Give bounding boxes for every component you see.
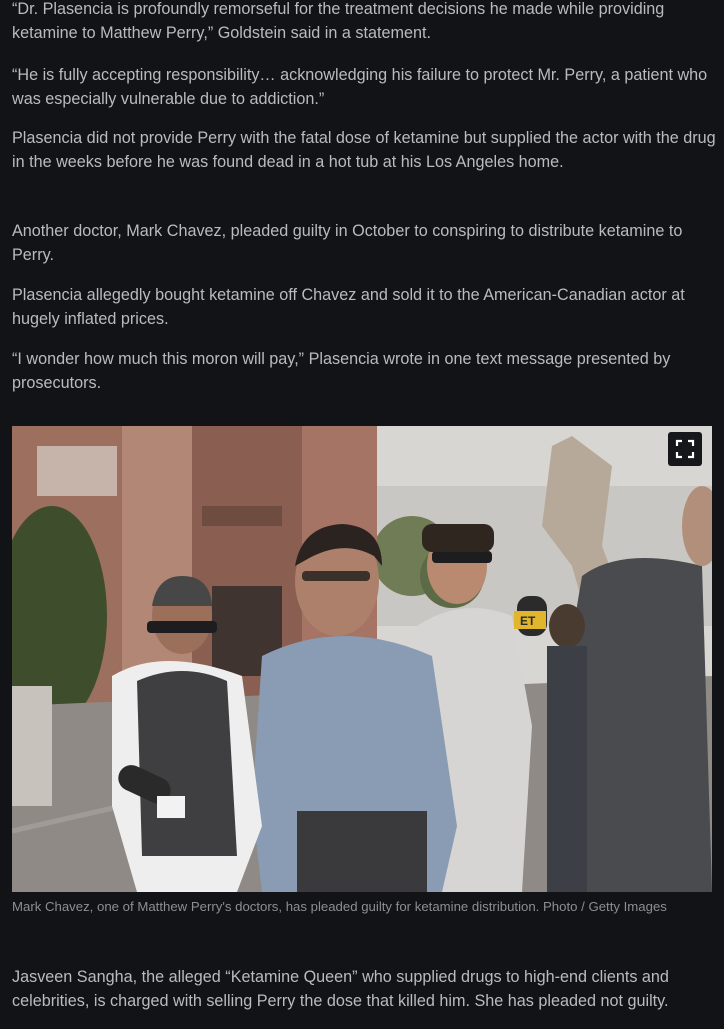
fullscreen-expand-icon	[675, 439, 695, 459]
expand-photo-button[interactable]	[668, 432, 702, 466]
article-paragraph: Plasencia did not provide Perry with the…	[12, 129, 716, 171]
article-paragraph: Jasveen Sangha, the alleged “Ketamine Qu…	[12, 968, 669, 1010]
article-paragraph: “He is fully accepting responsibility… a…	[12, 66, 708, 108]
photo-illustration: ET	[12, 426, 712, 892]
article-photo[interactable]: ET	[12, 426, 712, 892]
article-paragraph: Plasencia allegedly bought ketamine off …	[12, 286, 685, 328]
article-paragraph: Another doctor, Mark Chavez, pleaded gui…	[12, 222, 683, 264]
article-paragraph: “I wonder how much this moron will pay,”…	[12, 350, 671, 392]
microphone-logo: ET	[520, 614, 536, 628]
photo-caption: Mark Chavez, one of Matthew Perry's doct…	[12, 899, 667, 914]
article-paragraph: “Dr. Plasencia is profoundly remorseful …	[12, 0, 665, 42]
